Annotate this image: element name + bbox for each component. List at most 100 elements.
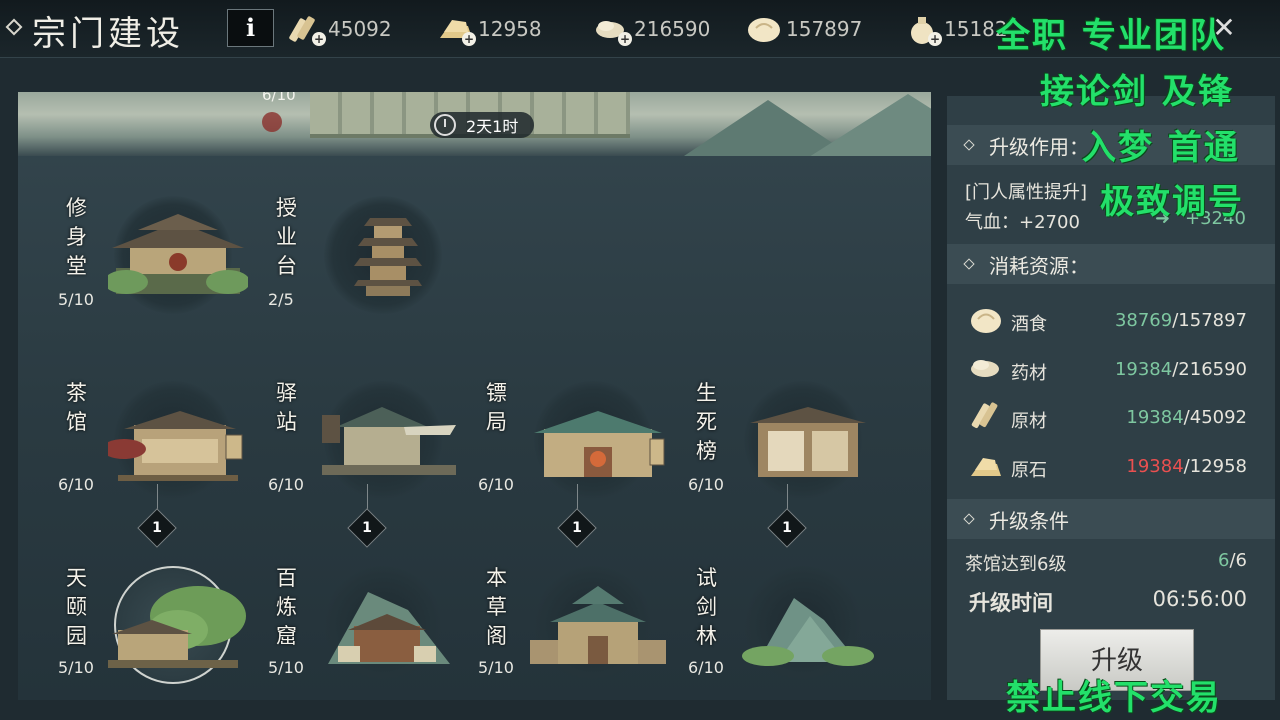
building-name: 试剑林 (696, 566, 717, 648)
sword-forest-icon (742, 598, 874, 666)
add-icon[interactable]: + (618, 32, 632, 46)
herb-bundle-icon (971, 360, 999, 377)
diamond-icon (963, 258, 975, 270)
info-button[interactable]: i (227, 9, 274, 47)
building-tianyiyuan[interactable]: 天颐园 5/10 (58, 562, 258, 684)
cost-name: 原石 (1011, 460, 1047, 481)
steamed-bun-icon (971, 309, 1001, 333)
condition-max: /6 (1229, 550, 1247, 571)
cost-need: 19384 (1126, 456, 1184, 477)
building-name: 生死榜 (696, 381, 717, 463)
resource-wood[interactable]: + 45092 (288, 12, 392, 46)
effect-desc: [门人属性提升] (965, 182, 1088, 203)
teahouse-icon (108, 411, 243, 481)
resource-herb[interactable]: + 216590 (594, 12, 710, 46)
building-level: 5/10 (268, 658, 304, 677)
building-shijianlin[interactable]: 试剑林 6/10 (688, 562, 888, 684)
building-name: 驿站 (276, 381, 297, 434)
upgrade-timer: 2天1时 (430, 112, 535, 138)
building-xiushentang[interactable]: 修身堂 5/10 (58, 192, 258, 314)
building-bailianku[interactable]: 百炼窟 5/10 (268, 562, 468, 684)
condition-current: 6 (1218, 550, 1230, 571)
watermark-line: 接论剑 及锋 (1040, 72, 1234, 112)
clock-icon (434, 114, 456, 136)
cost-amount: 19384/216590 (1107, 359, 1247, 380)
resource-food-value: 157897 (786, 17, 863, 41)
building-level: 6/10 (688, 475, 724, 494)
building-level: 2/5 (268, 290, 294, 309)
effect-title: 升级作用： (989, 134, 1089, 159)
cost-name: 原材 (1011, 411, 1047, 432)
building-biaoju[interactable]: 镖局 6/10 (478, 377, 678, 499)
escort-agency-icon (534, 411, 665, 477)
cost-name: 药材 (1011, 363, 1047, 384)
main-hall-banner[interactable]: 6/10 2天1时 (18, 92, 931, 156)
effect-stat: 气血：+2700 (965, 212, 1080, 233)
cost-section-header: 消耗资源： (947, 244, 1275, 284)
watermark-line: 极致调号 (1100, 182, 1244, 222)
cost-have: /12958 (1183, 456, 1247, 477)
pagoda-icon (354, 218, 422, 296)
requirement-node[interactable]: 1 (767, 508, 807, 548)
add-icon[interactable]: + (928, 32, 942, 46)
building-yizhan[interactable]: 驿站 6/10 (268, 377, 468, 499)
page-title: 宗门建设 (32, 14, 184, 54)
building-level: 6/10 (688, 658, 724, 677)
building-name: 天颐园 (66, 566, 87, 648)
life-death-board-icon (750, 407, 866, 477)
cost-have: /157897 (1172, 310, 1247, 331)
timer-text: 2天1时 (466, 117, 519, 136)
node-label: 1 (362, 520, 372, 536)
add-icon[interactable]: + (312, 32, 326, 46)
condition-section-header: 升级条件 (947, 499, 1275, 539)
resource-stone[interactable]: + 12958 (438, 12, 542, 46)
diamond-icon (5, 18, 23, 36)
building-level: 6/10 (268, 475, 304, 494)
building-shouyetai[interactable]: 授业台 2/5 (268, 192, 468, 314)
node-label: 1 (782, 520, 792, 536)
cost-name: 酒食 (1011, 314, 1047, 335)
watermark-line: 禁止线下交易 (1006, 678, 1222, 718)
diamond-icon (963, 513, 975, 525)
cost-need: 19384 (1126, 407, 1184, 428)
building-name: 本草阁 (486, 566, 507, 648)
building-level: 6/10 (58, 475, 94, 494)
condition-text: 茶馆达到6级 (965, 554, 1067, 575)
building-name: 镖局 (486, 381, 507, 434)
cost-title: 消耗资源： (989, 253, 1089, 278)
wood-plank-icon: + (288, 14, 326, 46)
cost-have: /45092 (1183, 407, 1247, 428)
resource-herb-value: 216590 (634, 17, 711, 41)
cost-amount: 19384/45092 (1107, 407, 1247, 428)
cost-need: 38769 (1114, 310, 1173, 331)
add-icon[interactable]: + (462, 32, 476, 46)
resource-stone-value: 12958 (478, 17, 542, 41)
requirement-node[interactable]: 1 (557, 508, 597, 548)
building-name: 百炼窟 (276, 566, 297, 648)
forge-cave-icon (328, 592, 450, 664)
plum-tree-decor (262, 112, 282, 132)
requirement-node[interactable]: 1 (137, 508, 177, 548)
building-name: 授业台 (276, 196, 297, 278)
stone-ingot-icon: + (438, 14, 476, 46)
building-shengsibang[interactable]: 生死榜 6/10 (688, 377, 888, 499)
cost-amount: 38769/157897 (1107, 310, 1247, 331)
building-bencaoge[interactable]: 本草阁 5/10 (478, 562, 678, 684)
building-chaguan[interactable]: 茶馆 6/10 (58, 377, 258, 499)
money-bag-icon: + (904, 14, 942, 46)
mountain-decor (798, 94, 931, 156)
condition-progress: 6/6 (1187, 550, 1247, 571)
cost-need: 19384 (1114, 359, 1173, 380)
building-name: 茶馆 (66, 381, 87, 434)
resource-food[interactable]: 157897 (746, 12, 862, 46)
node-label: 1 (152, 520, 162, 536)
resource-silver[interactable]: + 15182 (904, 12, 1008, 46)
herb-pavilion-icon (530, 586, 666, 664)
stone-ingot-icon (971, 458, 1001, 476)
time-value: 06:56:00 (1152, 587, 1247, 611)
herb-bundle-icon: + (594, 14, 632, 46)
requirement-node[interactable]: 1 (347, 508, 387, 548)
building-name: 修身堂 (66, 196, 87, 278)
watermark-line: 入梦 首通 (1082, 128, 1240, 168)
building-level: 5/10 (58, 290, 94, 309)
